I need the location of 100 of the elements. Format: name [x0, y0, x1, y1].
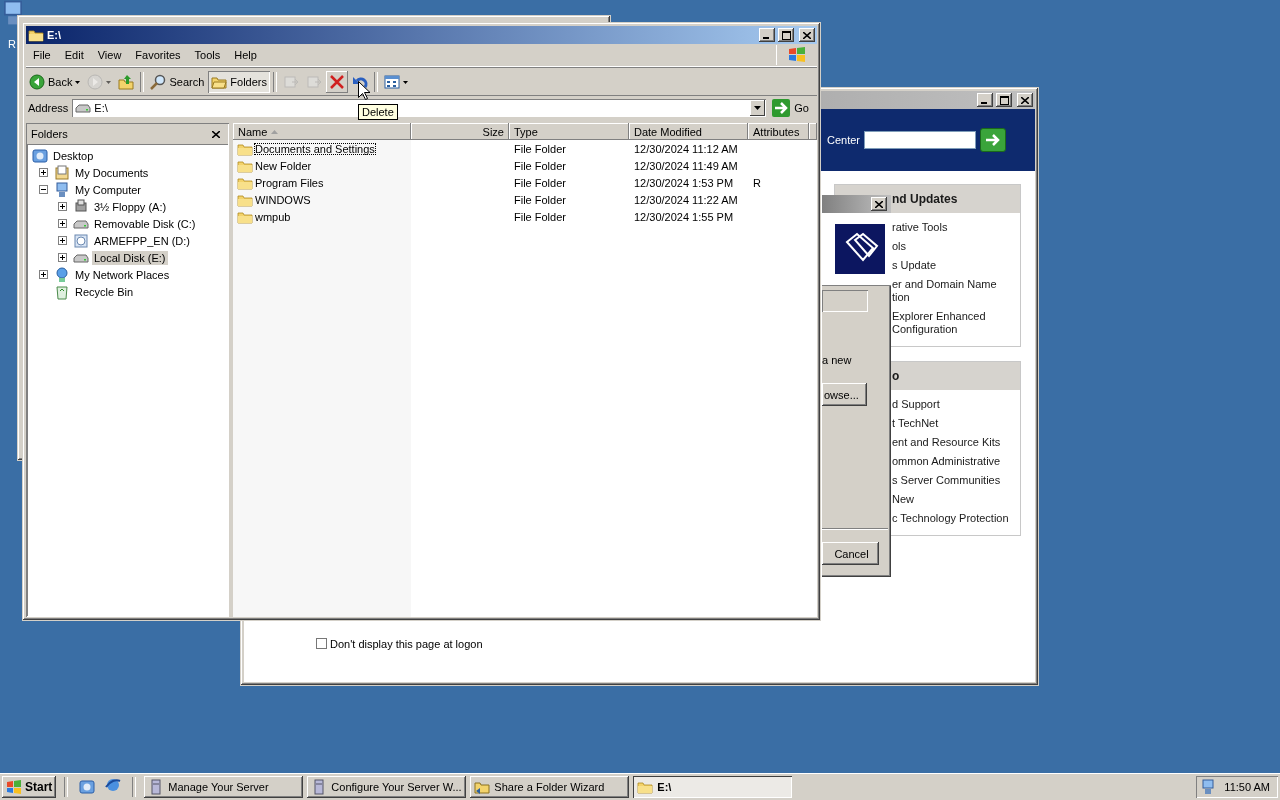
tree-item[interactable]: Desktop	[51, 148, 96, 163]
pane-title: Folders	[31, 128, 68, 140]
table-cell-text: 12/30/2024 11:12 AM	[633, 142, 739, 155]
expand-toggle[interactable]	[58, 219, 67, 228]
panel-link[interactable]: c Technology Protection	[892, 512, 1020, 525]
windows-logo-icon	[6, 779, 22, 794]
tree-item[interactable]: Removable Disk (C:)	[92, 216, 198, 231]
arrow-icon	[772, 99, 791, 117]
column-header[interactable]: Size	[411, 123, 509, 140]
table-cell-text: File Folder	[513, 142, 567, 155]
file-name[interactable]: WINDOWS	[254, 193, 312, 206]
search-go-button[interactable]	[980, 128, 1006, 152]
close-button[interactable]	[799, 28, 815, 42]
menu-item[interactable]: View	[90, 49, 129, 61]
back-button[interactable]: Back	[26, 71, 84, 93]
column-header[interactable]: Attributes	[748, 123, 809, 140]
panel-link[interactable]: ommon Administrative	[892, 455, 1020, 468]
expand-toggle[interactable]	[39, 168, 48, 177]
file-name[interactable]: Documents and Settings	[254, 142, 376, 155]
panel-link[interactable]: Explorer Enhanced Configuration	[892, 310, 1020, 336]
column-header[interactable]: Type	[509, 123, 629, 140]
table-cell-text: 12/30/2024 1:53 PM	[633, 176, 735, 189]
search-button[interactable]: Search	[147, 71, 208, 93]
table-cell-text: File Folder	[513, 210, 567, 223]
file-name[interactable]: Program Files	[254, 176, 325, 189]
close-icon	[1021, 96, 1029, 104]
expand-toggle[interactable]	[39, 270, 48, 279]
go-button[interactable]: Go	[770, 99, 815, 117]
taskbar-button[interactable]: Manage Your Server	[144, 775, 304, 798]
delete-button[interactable]	[326, 71, 348, 93]
tree-item[interactable]: Local Disk (E:)	[92, 250, 168, 265]
column-header[interactable]: Date Modified	[629, 123, 748, 140]
folder-up-icon	[118, 74, 135, 90]
caret-icon	[106, 80, 112, 84]
plus-icon	[60, 221, 65, 226]
close-icon	[212, 130, 220, 138]
cursor-icon	[358, 81, 370, 100]
maximize-button[interactable]	[778, 28, 794, 42]
sort-arrow-icon	[271, 129, 279, 134]
floppy-icon	[73, 198, 89, 215]
taskbar-button[interactable]: Configure Your Server W...	[307, 775, 467, 798]
file-name[interactable]: wmpub	[254, 210, 292, 223]
panel-link[interactable]: er and Domain Name tion	[892, 278, 1020, 304]
menu-item[interactable]: Help	[227, 49, 264, 61]
panel-link[interactable]: d Support	[892, 398, 1020, 411]
panel-link[interactable]: New	[892, 493, 1020, 506]
arrow-icon	[985, 133, 1001, 147]
tooltip: Delete	[358, 104, 398, 120]
plus-icon	[41, 272, 46, 277]
folders-button[interactable]: Folders	[208, 71, 270, 93]
collapse-toggle[interactable]	[39, 185, 48, 194]
maximize-icon	[781, 30, 791, 40]
table-cell-text: File Folder	[513, 176, 567, 189]
panel-link[interactable]: t TechNet	[892, 417, 1020, 430]
move-to-icon	[283, 74, 299, 90]
table-cell-text: R	[752, 176, 762, 189]
computer-icon	[54, 181, 70, 198]
checkbox-label[interactable]: Don't display this page at logon	[330, 638, 483, 650]
file-name[interactable]: New Folder	[254, 159, 313, 172]
desktop-icon-label[interactable]: R	[8, 38, 16, 50]
delete-x-icon	[329, 74, 345, 90]
taskbar-button[interactable]: Share a Folder Wizard	[470, 775, 630, 798]
plus-icon	[60, 238, 65, 243]
network-status-icon	[1200, 778, 1217, 795]
tree-item[interactable]: My Documents	[73, 165, 151, 180]
browse-button[interactable]: owse...	[822, 383, 867, 406]
tree-item[interactable]: My Computer	[73, 182, 144, 197]
panel-link[interactable]: rative Tools	[892, 221, 1020, 234]
folders-icon	[211, 74, 228, 90]
column-header[interactable]: Name	[233, 123, 411, 140]
panel-link[interactable]: ent and Resource Kits	[892, 436, 1020, 449]
panel-link[interactable]: s Server Communities	[892, 474, 1020, 487]
documents-icon	[54, 164, 70, 181]
clock: 11:50 AM	[1224, 780, 1270, 793]
minimize-button[interactable]	[759, 28, 775, 42]
dropdown-button[interactable]	[750, 100, 766, 116]
panel-link[interactable]: s Update	[892, 259, 1020, 272]
menu-item[interactable]: File	[26, 49, 58, 61]
tree-item[interactable]: 3½ Floppy (A:)	[92, 199, 169, 214]
table-cell-text: File Folder	[513, 159, 567, 172]
plus-icon	[41, 170, 46, 175]
cancel-button[interactable]: Cancel	[822, 542, 879, 565]
minus-icon	[41, 187, 46, 192]
expand-toggle[interactable]	[58, 253, 67, 262]
start-button[interactable]: Start	[2, 775, 57, 798]
tree-item[interactable]: Recycle Bin	[73, 284, 136, 299]
panel-link[interactable]: ols	[892, 240, 1020, 253]
search-label: Center	[826, 134, 860, 146]
recycle-icon	[54, 283, 70, 300]
tree-item[interactable]: ARMEFPP_EN (D:)	[92, 233, 192, 248]
menu-item[interactable]: Tools	[187, 49, 228, 61]
taskbar-button[interactable]: E:\	[633, 775, 793, 798]
expand-toggle[interactable]	[58, 202, 67, 211]
search-field[interactable]	[864, 131, 976, 149]
logon-checkbox[interactable]	[316, 638, 327, 649]
path-field[interactable]	[822, 290, 868, 312]
menu-item[interactable]: Favorites	[128, 49, 188, 61]
tree-item[interactable]: My Network Places	[73, 267, 172, 282]
expand-toggle[interactable]	[58, 236, 67, 245]
menu-item[interactable]: Edit	[57, 49, 91, 61]
